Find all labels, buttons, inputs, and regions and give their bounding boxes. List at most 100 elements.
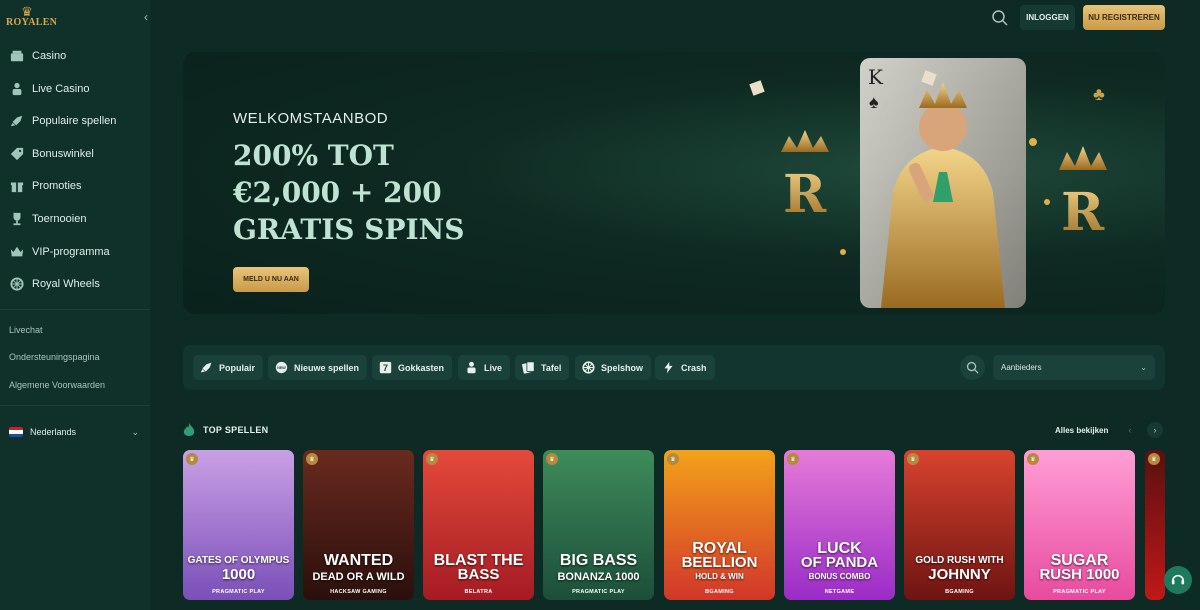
badge-icon: ♛ — [1148, 453, 1160, 465]
crown-icon: ♛ — [21, 4, 33, 19]
tile-badges: ♛ — [1027, 453, 1039, 465]
crown-badge-icon: ♛ — [186, 453, 198, 465]
gift-icon — [9, 179, 24, 194]
svg-text:♠: ♠ — [869, 92, 879, 112]
sidebar-item-royal-wheels[interactable]: Royal Wheels — [0, 270, 150, 298]
filter-chip-popular[interactable]: Populair — [193, 355, 264, 380]
hero-title-line: 200% TOT — [233, 139, 394, 172]
wheel-icon — [581, 361, 595, 375]
crown-icon — [9, 245, 24, 260]
language-selector[interactable]: Nederlands ⌄ — [9, 425, 139, 439]
sidebar-item-casino[interactable]: Casino — [0, 42, 150, 70]
sidebar-item-vip[interactable]: VIP-programma — [0, 238, 150, 266]
game-tile[interactable]: ♛ GATES OF OLYMPUS 1000 PRAGMATIC PLAY — [183, 450, 294, 600]
crown-badge-icon: ♛ — [426, 453, 438, 465]
game-title-line2: DEAD OR A WILD — [312, 571, 405, 583]
tag-icon — [9, 147, 24, 162]
providers-dropdown[interactable]: Aanbieders ⌄ — [993, 355, 1155, 380]
tile-badges: ♛ — [426, 453, 438, 465]
search-icon — [966, 361, 979, 374]
hero-title: 200% TOT €2,000 + 200 GRATIS SPINS — [233, 137, 493, 248]
search-icon[interactable] — [991, 9, 1009, 27]
game-provider: BGAMING — [705, 589, 734, 595]
signup-button[interactable]: MELD U NU AAN — [233, 267, 309, 292]
game-title-line2: OF PANDA — [800, 554, 879, 571]
sidebar-item-promotions[interactable]: Promoties — [0, 172, 150, 200]
game-provider: BGAMING — [945, 589, 974, 595]
collapse-sidebar-icon[interactable]: ‹ — [144, 10, 156, 24]
game-provider: HACKSAW GAMING — [330, 589, 387, 595]
rocket-icon — [199, 361, 213, 375]
sidebar-item-tournaments[interactable]: Toernooien — [0, 205, 150, 233]
tile-badges: ♛ — [787, 453, 799, 465]
slot-seven-icon: 7 — [378, 361, 392, 375]
game-title-line2: BASS — [457, 566, 500, 583]
filter-chip-slots[interactable]: 7 Gokkasten — [372, 355, 453, 380]
game-provider: BELATRA — [464, 589, 493, 595]
sidebar-item-bonus-shop[interactable]: Bonuswinkel — [0, 140, 150, 168]
svg-text:♣: ♣ — [1093, 84, 1105, 104]
sidebar-item-label: Casino — [32, 50, 67, 62]
king-card-illustration: K ♠ R R ♣ — [749, 58, 1107, 308]
filter-chip-new-games[interactable]: NEW Nieuwe spellen — [268, 355, 368, 380]
see-all-link[interactable]: Alles bekijken — [1055, 426, 1108, 435]
lightning-icon — [661, 361, 675, 375]
chat-support-button[interactable] — [1164, 566, 1192, 594]
hero-eyebrow: WELKOMSTAANBOD — [233, 110, 389, 127]
tile-badges: ♛ — [546, 453, 558, 465]
game-tile[interactable]: ♛ SUGAR RUSH 1000 PRAGMATIC PLAY — [1024, 450, 1135, 600]
game-tile[interactable]: ♛ LUCK OF PANDA BONUS COMBO NETGAME — [784, 450, 895, 600]
livechat-link[interactable]: Livechat — [9, 325, 43, 335]
game-title-line2: RUSH 1000 — [1039, 566, 1120, 583]
game-title-line1: BIG BASS — [559, 552, 638, 569]
dealer-icon — [9, 82, 24, 97]
game-title-line1: GATES OF OLYMPUS — [187, 555, 290, 566]
svg-text:R: R — [1061, 182, 1105, 243]
game-title-line1: GOLD RUSH WITH — [915, 555, 1004, 566]
game-provider: PRAGMATIC PLAY — [1053, 589, 1106, 595]
sidebar-item-live-casino[interactable]: Live Casino — [0, 75, 150, 103]
divider — [0, 405, 150, 406]
sidebar-item-popular-games[interactable]: Populaire spellen — [0, 107, 150, 135]
svg-text:R: R — [783, 164, 827, 225]
game-title-line2: 1000 — [221, 566, 256, 583]
tile-badges: ♛ — [907, 453, 919, 465]
game-tile[interactable]: ♛ BLAST THE BASS BELATRA — [423, 450, 534, 600]
filter-chip-gameshow[interactable]: Spelshow — [575, 355, 652, 380]
game-tile[interactable]: ♛ BIG BASS BONANZA 1000 PRAGMATIC PLAY — [543, 450, 654, 600]
chip-label: Populair — [219, 362, 256, 373]
wheel-icon — [9, 277, 24, 292]
game-tile-partial[interactable]: ♛ — [1145, 450, 1165, 600]
game-tile[interactable]: ♛ GOLD RUSH WITH JOHNNY BGAMING — [904, 450, 1015, 600]
game-provider: PRAGMATIC PLAY — [212, 589, 265, 595]
chip-label: Crash — [681, 362, 707, 373]
carousel-next-button[interactable]: › — [1147, 422, 1163, 438]
carousel-prev-button[interactable]: ‹ — [1122, 422, 1138, 438]
support-page-link[interactable]: Ondersteuningspagina — [9, 352, 100, 362]
filter-chip-live[interactable]: Live — [458, 355, 511, 380]
game-subtitle: BONUS COMBO — [808, 572, 871, 581]
sidebar-item-label: Royal Wheels — [32, 278, 100, 290]
brand-name: ROYALEN — [6, 17, 58, 28]
flame-icon — [183, 423, 195, 436]
brand-logo[interactable]: ♛ ROYALEN — [6, 4, 58, 32]
casino-icon — [9, 49, 24, 64]
game-title-line2: BEELLION — [681, 554, 758, 571]
svg-text:7: 7 — [383, 363, 388, 373]
login-button[interactable]: INLOGGEN — [1020, 5, 1075, 30]
filter-chip-table[interactable]: Tafel — [515, 355, 570, 380]
game-tile[interactable]: ♛ WANTED DEAD OR A WILD HACKSAW GAMING — [303, 450, 414, 600]
game-tile[interactable]: ♛ ROYAL BEELLION HOLD & WIN BGAMING — [664, 450, 775, 600]
terms-link[interactable]: Algemene Voorwaarden — [9, 380, 105, 390]
trophy-icon — [9, 212, 24, 227]
sidebar-item-label: Bonuswinkel — [32, 148, 94, 160]
netherlands-flag-icon — [9, 427, 23, 437]
register-button[interactable]: NU REGISTREREN — [1083, 5, 1165, 30]
game-search-button[interactable] — [960, 355, 985, 380]
tile-badges: ♛ — [667, 453, 679, 465]
svg-text:K: K — [868, 65, 884, 89]
game-subtitle: HOLD & WIN — [695, 572, 744, 581]
game-title-line2: JOHNNY — [928, 566, 991, 583]
filter-chip-crash[interactable]: Crash — [655, 355, 715, 380]
hero-banner: WELKOMSTAANBOD 200% TOT €2,000 + 200 GRA… — [183, 52, 1165, 314]
